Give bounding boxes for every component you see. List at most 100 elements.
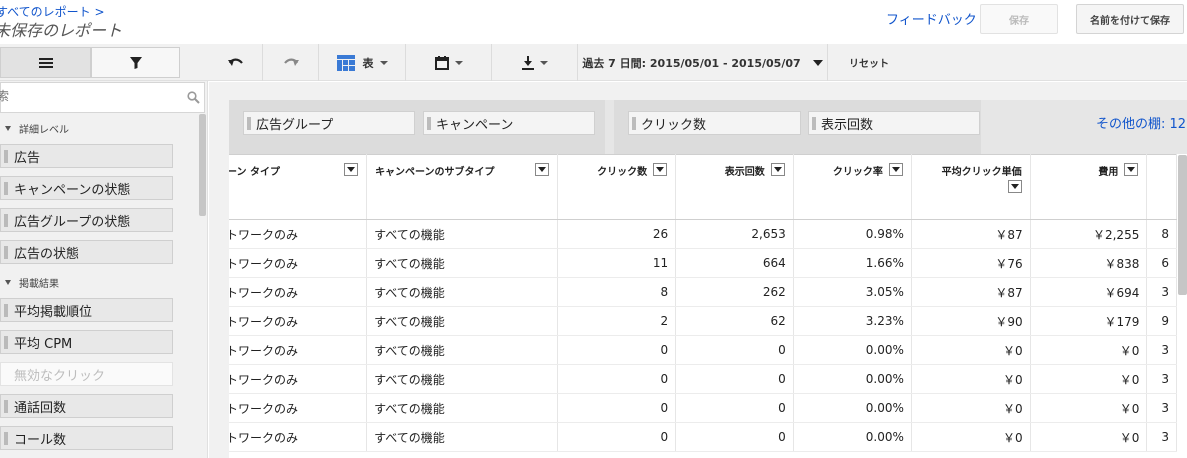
row-chip-ad-group[interactable]: 広告グループ — [243, 111, 415, 135]
column-menu-icon[interactable] — [344, 163, 359, 176]
download-dropdown[interactable] — [492, 44, 577, 81]
table-cell: 3 — [1146, 335, 1177, 365]
table-row[interactable]: トワークのみ すべての機能 0 0 0.00% ￥0 ￥0 3 — [229, 364, 1177, 394]
date-range-dropdown[interactable]: 過去 7 日間: 2015/05/01 - 2015/05/07 — [578, 44, 827, 81]
table-cell: 0 — [675, 335, 794, 365]
fields-panel-button[interactable] — [0, 47, 91, 78]
redo-button[interactable] — [263, 44, 318, 81]
row-chip-campaign[interactable]: キャンペーン — [423, 111, 595, 135]
section-header-detail-level[interactable]: 詳細レベル — [5, 121, 69, 136]
column-menu-icon[interactable] — [1124, 163, 1139, 176]
table-cell: ￥0 — [911, 364, 1031, 394]
field-chip-ad-status[interactable]: 広告の状態 — [0, 240, 173, 264]
report-table-viewport: ーン タイプ キャンペーンのサブタイプ クリック数 表示回数 クリック率 平均ク… — [229, 154, 1187, 458]
table-cell: ￥0 — [1030, 393, 1148, 423]
table-cell: トワークのみ — [229, 277, 368, 307]
table-cell: 0 — [557, 335, 677, 365]
column-shelf[interactable]: クリック数 表示回数 — [614, 100, 981, 154]
table-cell: 0.00% — [793, 422, 912, 452]
table-cell: トワークのみ — [229, 219, 368, 249]
chevron-down-icon — [812, 59, 823, 66]
table-row[interactable]: トワークのみ すべての機能 26 2,653 0.98% ￥87 ￥2,255 8 — [229, 219, 1177, 249]
table-row[interactable]: トワークのみ すべての機能 11 664 1.66% ￥76 ￥838 6 — [229, 248, 1177, 278]
reset-button[interactable]: リセット — [828, 44, 910, 81]
filter-icon — [129, 56, 142, 69]
view-type-dropdown[interactable]: 表 — [319, 44, 405, 81]
column-menu-icon[interactable] — [653, 163, 668, 176]
table-cell: ￥0 — [911, 422, 1031, 452]
save-as-button[interactable]: 名前を付けて保存 — [1076, 4, 1184, 34]
field-chip-phone-calls[interactable]: 通話回数 — [0, 394, 173, 418]
filter-panel-button[interactable] — [91, 47, 180, 78]
table-scrollbar[interactable] — [1178, 155, 1187, 295]
table-cell: 8 — [1146, 219, 1177, 249]
fields-panel: 詳細レベル 広告 キャンペーンの状態 広告グループの状態 広告の状態 掲載結果 … — [0, 81, 208, 458]
field-chip-campaign-status[interactable]: キャンペーンの状態 — [0, 176, 173, 200]
table-cell: 11 — [557, 248, 677, 278]
col-header-impressions[interactable]: 表示回数 — [675, 154, 794, 220]
col-header-clicks[interactable]: クリック数 — [557, 154, 677, 220]
col-header-ctr[interactable]: クリック率 — [793, 154, 912, 220]
column-menu-icon[interactable] — [888, 163, 903, 176]
col-header-label: クリック数 — [597, 167, 648, 178]
table-row[interactable]: トワークのみ すべての機能 0 0 0.00% ￥0 ￥0 3 — [229, 335, 1177, 365]
more-shelves-link[interactable]: その他の棚: 12 — [1096, 113, 1186, 132]
report-toolbar: 表 過去 7 日間: 2015/05/01 - 2015/05/07 リセット — [0, 44, 1187, 81]
col-header-cost[interactable]: 費用 — [1030, 154, 1148, 220]
download-icon — [521, 55, 534, 70]
chevron-down-icon — [379, 60, 388, 65]
table-row[interactable]: トワークのみ すべての機能 2 62 3.23% ￥90 ￥179 9 — [229, 306, 1177, 336]
col-header-label: ーン タイプ — [229, 167, 280, 178]
col-header-label: 費用 — [1098, 167, 1119, 178]
chevron-down-icon — [539, 60, 548, 65]
undo-button[interactable] — [209, 44, 262, 81]
field-chip-avg-position[interactable]: 平均掲載順位 — [0, 298, 173, 322]
field-chip-invalid-clicks: 無効なクリック — [0, 362, 173, 386]
table-row[interactable]: トワークのみ すべての機能 0 0 0.00% ￥0 ￥0 3 — [229, 393, 1177, 423]
column-chip-clicks[interactable]: クリック数 — [628, 111, 801, 135]
table-cell: すべての機能 — [366, 335, 559, 365]
table-cell: 3.05% — [793, 277, 912, 307]
redo-icon — [283, 58, 299, 66]
column-menu-icon[interactable] — [770, 163, 785, 176]
table-cell: ￥76 — [911, 248, 1031, 278]
table-cell: 0.00% — [793, 364, 912, 394]
table-row[interactable]: トワークのみ すべての機能 8 262 3.05% ￥87 ￥694 3 — [229, 277, 1177, 307]
col-header-overflow — [1146, 154, 1177, 220]
reset-label: リセット — [849, 59, 889, 70]
table-cell: 664 — [675, 248, 794, 278]
row-shelf[interactable]: 広告グループ キャンペーン — [229, 100, 605, 154]
field-chip-ad[interactable]: 広告 — [0, 144, 173, 168]
col-header-campaign-subtype[interactable]: キャンペーンのサブタイプ — [366, 154, 559, 220]
schedule-dropdown[interactable] — [406, 44, 491, 81]
col-header-campaign-type[interactable]: ーン タイプ — [229, 154, 368, 220]
save-button[interactable]: 保存 — [980, 4, 1058, 34]
table-cell: トワークのみ — [229, 393, 368, 423]
table-cell: すべての機能 — [366, 422, 559, 452]
table-cell: トワークのみ — [229, 248, 368, 278]
table-cell: 3 — [1146, 277, 1177, 307]
view-type-label: 表 — [362, 56, 374, 70]
field-chip-ad-group-status[interactable]: 広告グループの状態 — [0, 208, 173, 232]
col-header-avg-cpc[interactable]: 平均クリック単価 — [911, 154, 1031, 220]
column-menu-icon[interactable] — [535, 163, 550, 176]
table-cell: すべての機能 — [366, 219, 559, 249]
table-cell: 3 — [1146, 364, 1177, 394]
fields-panel-scrollbar[interactable] — [199, 114, 206, 216]
pivot-shelves: 広告グループ キャンペーン クリック数 表示回数 — [229, 100, 1187, 154]
column-chip-impressions[interactable]: 表示回数 — [808, 111, 980, 135]
table-cell: ￥0 — [1030, 364, 1148, 394]
table-body: トワークのみ すべての機能 26 2,653 0.98% ￥87 ￥2,255 8 トワークのみ… — [229, 219, 1177, 452]
field-chip-call-count[interactable]: コール数 — [0, 426, 173, 450]
table-cell: すべての機能 — [366, 306, 559, 336]
field-search-input[interactable] — [0, 89, 167, 103]
field-search-box[interactable] — [0, 82, 205, 113]
feedback-link[interactable]: フィードバック — [886, 9, 977, 28]
section-header-performance[interactable]: 掲載結果 — [5, 275, 59, 290]
table-cell: 0.00% — [793, 393, 912, 423]
field-chip-avg-cpm[interactable]: 平均 CPM — [0, 330, 173, 354]
column-menu-icon[interactable] — [1007, 180, 1022, 193]
table-row[interactable]: トワークのみ すべての機能 0 0 0.00% ￥0 ￥0 3 — [229, 422, 1177, 452]
date-range-label: 過去 7 日間: 2015/05/01 - 2015/05/07 — [582, 56, 801, 70]
table-cell: すべての機能 — [366, 248, 559, 278]
